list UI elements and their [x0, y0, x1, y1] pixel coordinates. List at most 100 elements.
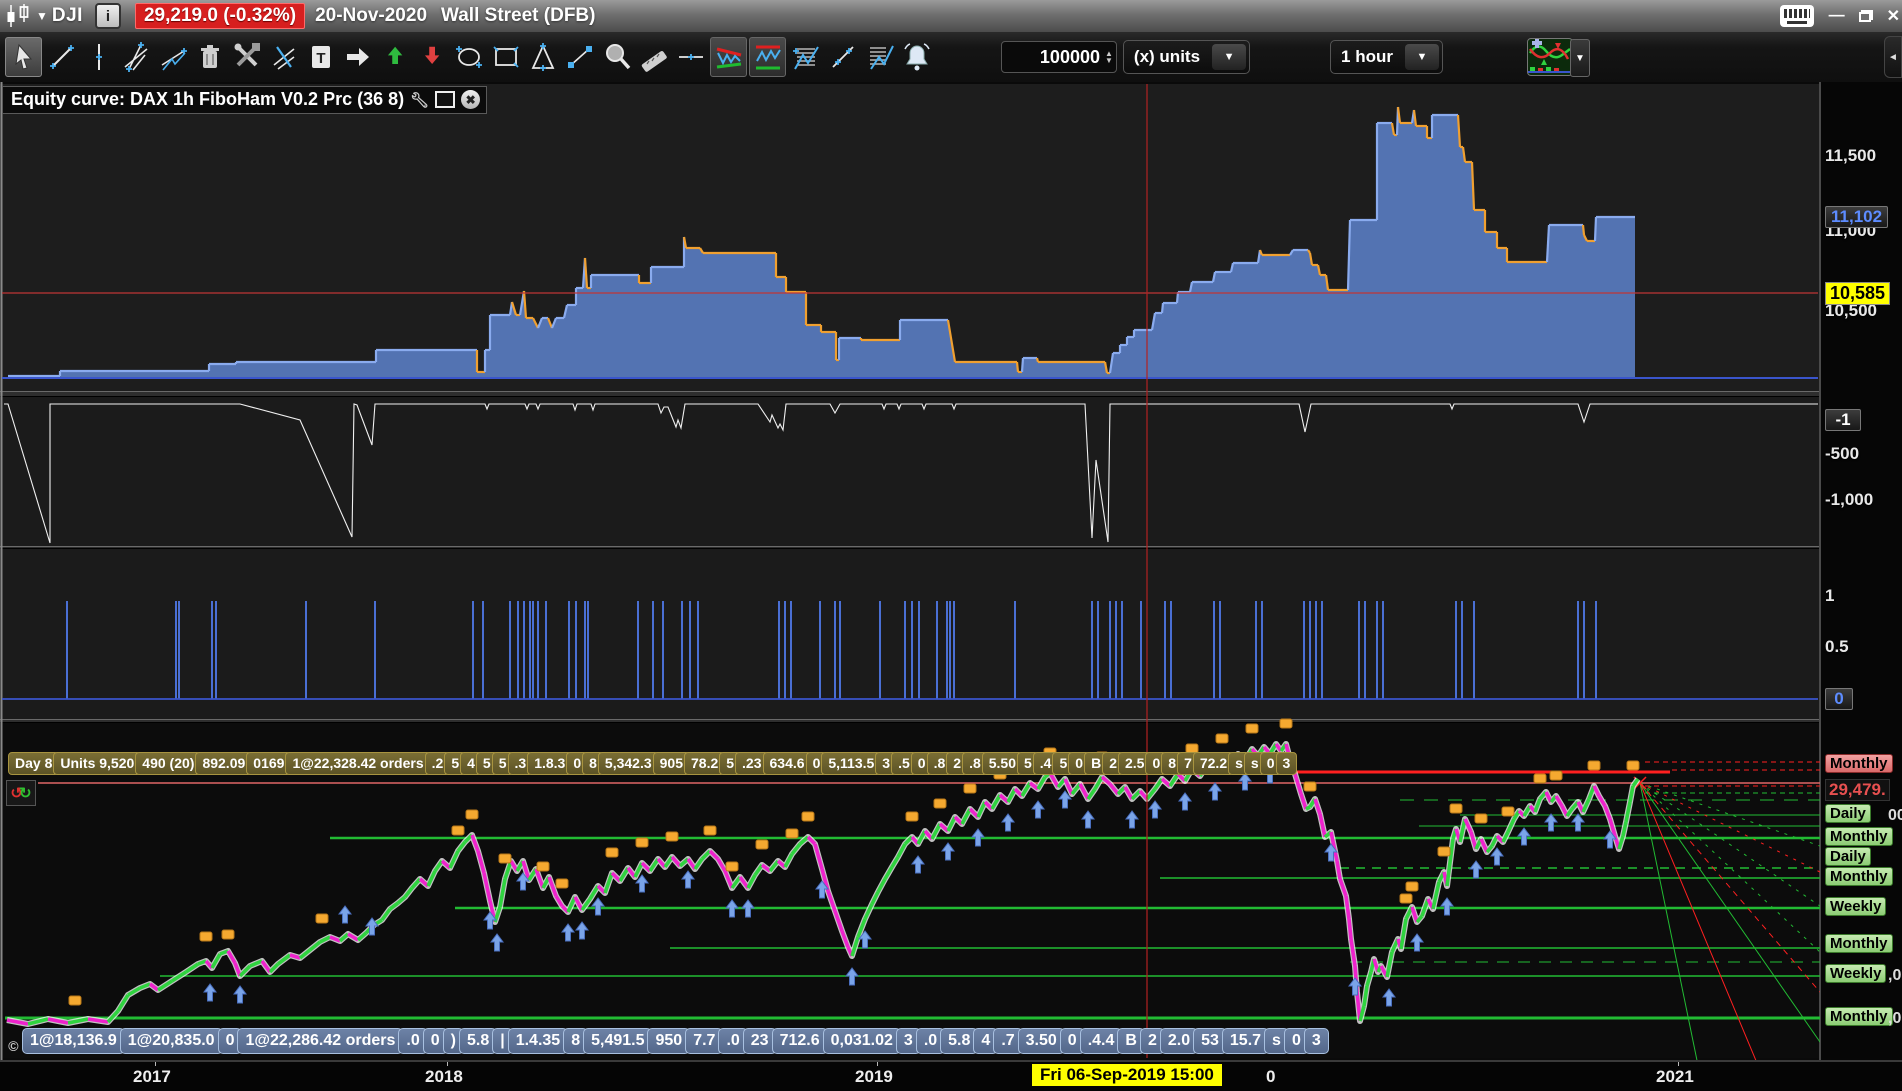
position-label-badge[interactable]: 3.50 [1017, 1028, 1065, 1054]
year-tick [1678, 1062, 1679, 1066]
arrow-down-icon [424, 46, 439, 65]
timeframe-dropdown-value: 1 hour [1341, 47, 1393, 66]
keyboard-icon[interactable] [1779, 5, 1814, 27]
order-label-badge[interactable]: 5,113.5 [821, 752, 882, 775]
order-label-badge[interactable]: Units 9,520 [53, 752, 142, 775]
position-label-badge[interactable]: 15.7 [1221, 1028, 1270, 1054]
text-icon: T [311, 46, 330, 68]
position-label-badge[interactable]: 3 [1303, 1028, 1329, 1054]
position-label-badge[interactable]: 712.6 [771, 1028, 828, 1054]
units-dropdown-arrow-icon[interactable]: ▼ [1212, 44, 1247, 70]
units-dropdown[interactable]: (x) units ▼ [1122, 40, 1251, 74]
trend-line-icon [49, 45, 74, 69]
ruler-icon [641, 51, 667, 72]
chart-style-button[interactable]: ▼ [1526, 38, 1590, 77]
quantity-stepper[interactable]: ▲ ▼ [1102, 50, 1116, 65]
tool-settings-button[interactable] [229, 38, 264, 76]
symbol-dropdown-caret-icon[interactable]: ▼ [36, 9, 48, 23]
wrench-settings-icon[interactable]: 🔧︎ [410, 91, 429, 109]
tool-text-button[interactable]: T [303, 38, 338, 76]
quantity-input[interactable] [1002, 45, 1102, 69]
tool-ellipse-button[interactable] [451, 38, 486, 76]
ellipse-icon [455, 46, 482, 68]
tool-alert-button[interactable] [899, 38, 934, 76]
minimize-button[interactable]: — [1829, 7, 1845, 25]
market-name: Wall Street (DFB) [441, 5, 596, 26]
time-axis[interactable]: 2017 2018 2019 2021 Fri 06-Sep-2019 15:00 0 [0, 1060, 1902, 1091]
tool-select-button[interactable] [5, 37, 42, 77]
trading-app-window: ▼ DJI i 29,219.0 (-0.32%) 20-Nov-2020 Wa… [0, 0, 1902, 1091]
position-label-badge[interactable]: .4.4 [1079, 1028, 1123, 1054]
indicator-list-icon [869, 45, 894, 70]
tool-arrow-right-button[interactable] [340, 38, 375, 76]
arrow-up-icon [387, 46, 402, 65]
order-label-badge[interactable]: 3 [1275, 752, 1298, 775]
close-indicator-icon[interactable]: ✖ [461, 90, 481, 109]
tool-arrow-up-button[interactable] [377, 38, 412, 76]
tool-vertical-line-button[interactable] [81, 38, 116, 76]
order-label-badge[interactable]: 5,342.3 [597, 752, 659, 775]
remove-lines-icon [273, 46, 294, 70]
position-label-badge[interactable]: 1@18,136.9 [22, 1028, 125, 1054]
symbol-name: DJI [51, 5, 83, 26]
tool-indicator-list-button[interactable] [862, 38, 897, 76]
tool-rectangle-button[interactable] [488, 38, 523, 76]
rectangle-icon [492, 46, 519, 68]
tool-indicator-add-button[interactable] [788, 38, 823, 76]
channel-icon [161, 48, 187, 71]
tool-triangle-button[interactable] [525, 38, 560, 76]
order-label-badge[interactable]: Day 8 [8, 752, 60, 775]
year-label: 2017 [133, 1067, 171, 1086]
tool-channel-button[interactable] [155, 38, 190, 76]
order-label-badge[interactable]: 634.6 [762, 752, 812, 775]
delete-icon [200, 45, 219, 68]
position-label-badge[interactable]: 1@20,835.0 [119, 1028, 223, 1054]
order-label-badge[interactable]: 892.09 [195, 752, 253, 775]
position-label-badge[interactable]: 1@22,286.42 orders [237, 1028, 404, 1054]
tool-horizontal-line-button[interactable] [673, 38, 708, 76]
timeframe-dropdown-arrow-icon[interactable]: ▼ [1404, 44, 1439, 70]
order-label-badge[interactable]: 1@22,328.42 orders [285, 752, 431, 775]
quantity-field-group: ▲▼ [1001, 41, 1117, 73]
equity-curve-title-box[interactable]: Equity curve: DAX 1h FiboHam V0.2 Prc (3… [2, 86, 488, 114]
triangle-icon [531, 43, 554, 71]
tool-line-segment-button[interactable] [825, 38, 860, 76]
quote-date: 20-Nov-2020 [315, 5, 428, 26]
tool-pattern-bearish-button[interactable] [710, 37, 747, 77]
close-window-button[interactable]: ✕ [1887, 6, 1900, 26]
tool-zoom-button[interactable] [599, 38, 634, 76]
year-label: 2018 [425, 1067, 463, 1086]
info-icon[interactable]: i [94, 3, 121, 29]
restore-window-button[interactable] [1858, 10, 1873, 22]
pattern-bearish-icon [716, 47, 741, 69]
tool-fan-lines-button[interactable] [118, 38, 153, 76]
tool-remove-lines-button[interactable] [266, 38, 301, 76]
tool-pattern-bullish-button[interactable] [749, 37, 786, 77]
collapse-panel-button[interactable]: ◄ [1884, 36, 1902, 78]
zoom-icon [605, 44, 630, 70]
tool-ruler-button[interactable] [636, 38, 671, 76]
chart-canvas[interactable] [0, 82, 1902, 1060]
equity-curve-title: Equity curve: DAX 1h FiboHam V0.2 Prc (3… [11, 89, 405, 109]
position-label-badge[interactable]: 0,031.02 [822, 1028, 901, 1054]
tool-delete-button[interactable] [192, 38, 227, 76]
position-label-badge[interactable]: 950 [647, 1028, 691, 1054]
tool-arrow-down-button[interactable] [414, 38, 449, 76]
tool-trend-line-button[interactable] [44, 38, 79, 76]
fan-lines-icon [123, 42, 148, 72]
tool-resize-button[interactable] [562, 38, 597, 76]
timeframe-dropdown[interactable]: 1 hour ▼ [1330, 40, 1443, 74]
chart-stage[interactable]: Equity curve: DAX 1h FiboHam V0.2 Prc (3… [0, 82, 1902, 1060]
crosshair-date-badge: Fri 06-Sep-2019 15:00 [1032, 1064, 1222, 1086]
panel-window-icon[interactable] [435, 91, 456, 108]
drawing-tools-group: T [4, 37, 935, 77]
order-label-badge[interactable]: 490 (20) [135, 752, 202, 775]
chart-style-dropdown-arrow-icon[interactable]: ▼ [1569, 39, 1590, 77]
chart-style-group: ▼ [1443, 38, 1590, 77]
horizontal-line-icon [678, 54, 703, 60]
position-label-badge[interactable]: 5,491.5 [583, 1028, 653, 1054]
settings-icon [234, 43, 260, 67]
year-tick [447, 1062, 448, 1066]
position-label-badge[interactable]: 1.4.35 [507, 1028, 569, 1054]
indicator-add-icon [792, 46, 819, 70]
